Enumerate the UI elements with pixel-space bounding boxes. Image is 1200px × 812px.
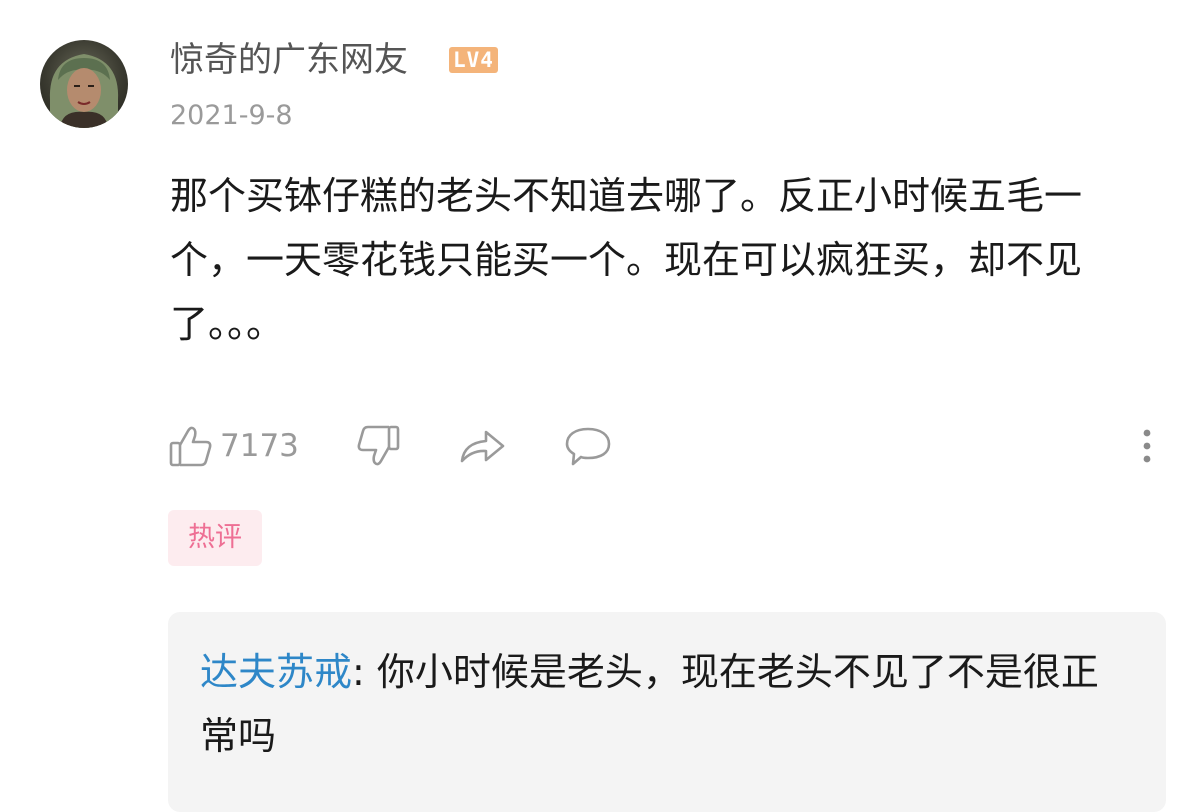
like-count: 7173 [220,428,299,464]
like-button[interactable]: 7173 [168,420,299,472]
user-avatar[interactable] [40,40,128,128]
reply-author[interactable]: 达夫苏戒 [200,650,352,694]
more-vertical-icon [1143,429,1151,463]
hot-comment-tag: 热评 [168,510,262,566]
thumbs-up-icon [169,426,212,467]
thumbs-down-icon [357,425,400,466]
reply-separator: : [352,650,377,694]
reply-content: 达夫苏戒: 你小时候是老头，现在老头不见了不是很正常吗 [200,640,1130,768]
level-badge: LV4 [449,47,498,73]
dislike-button[interactable] [355,420,401,472]
username[interactable]: 惊奇的广东网友 [170,38,408,82]
reply-button[interactable] [563,420,613,472]
avatar-portrait-icon [49,54,119,128]
reply-preview[interactable]: 达夫苏戒: 你小时候是老头，现在老头不见了不是很正常吗 [168,612,1166,812]
comment-date: 2021-9-8 [170,100,293,131]
more-options-button[interactable] [1132,420,1162,472]
share-arrow-icon [460,430,505,463]
comment-bubble-icon [565,427,611,466]
share-button[interactable] [458,420,508,472]
comment-body: 那个买钵仔糕的老头不知道去哪了。反正小时候五毛一个，一天零花钱只能买一个。现在可… [170,174,1083,346]
